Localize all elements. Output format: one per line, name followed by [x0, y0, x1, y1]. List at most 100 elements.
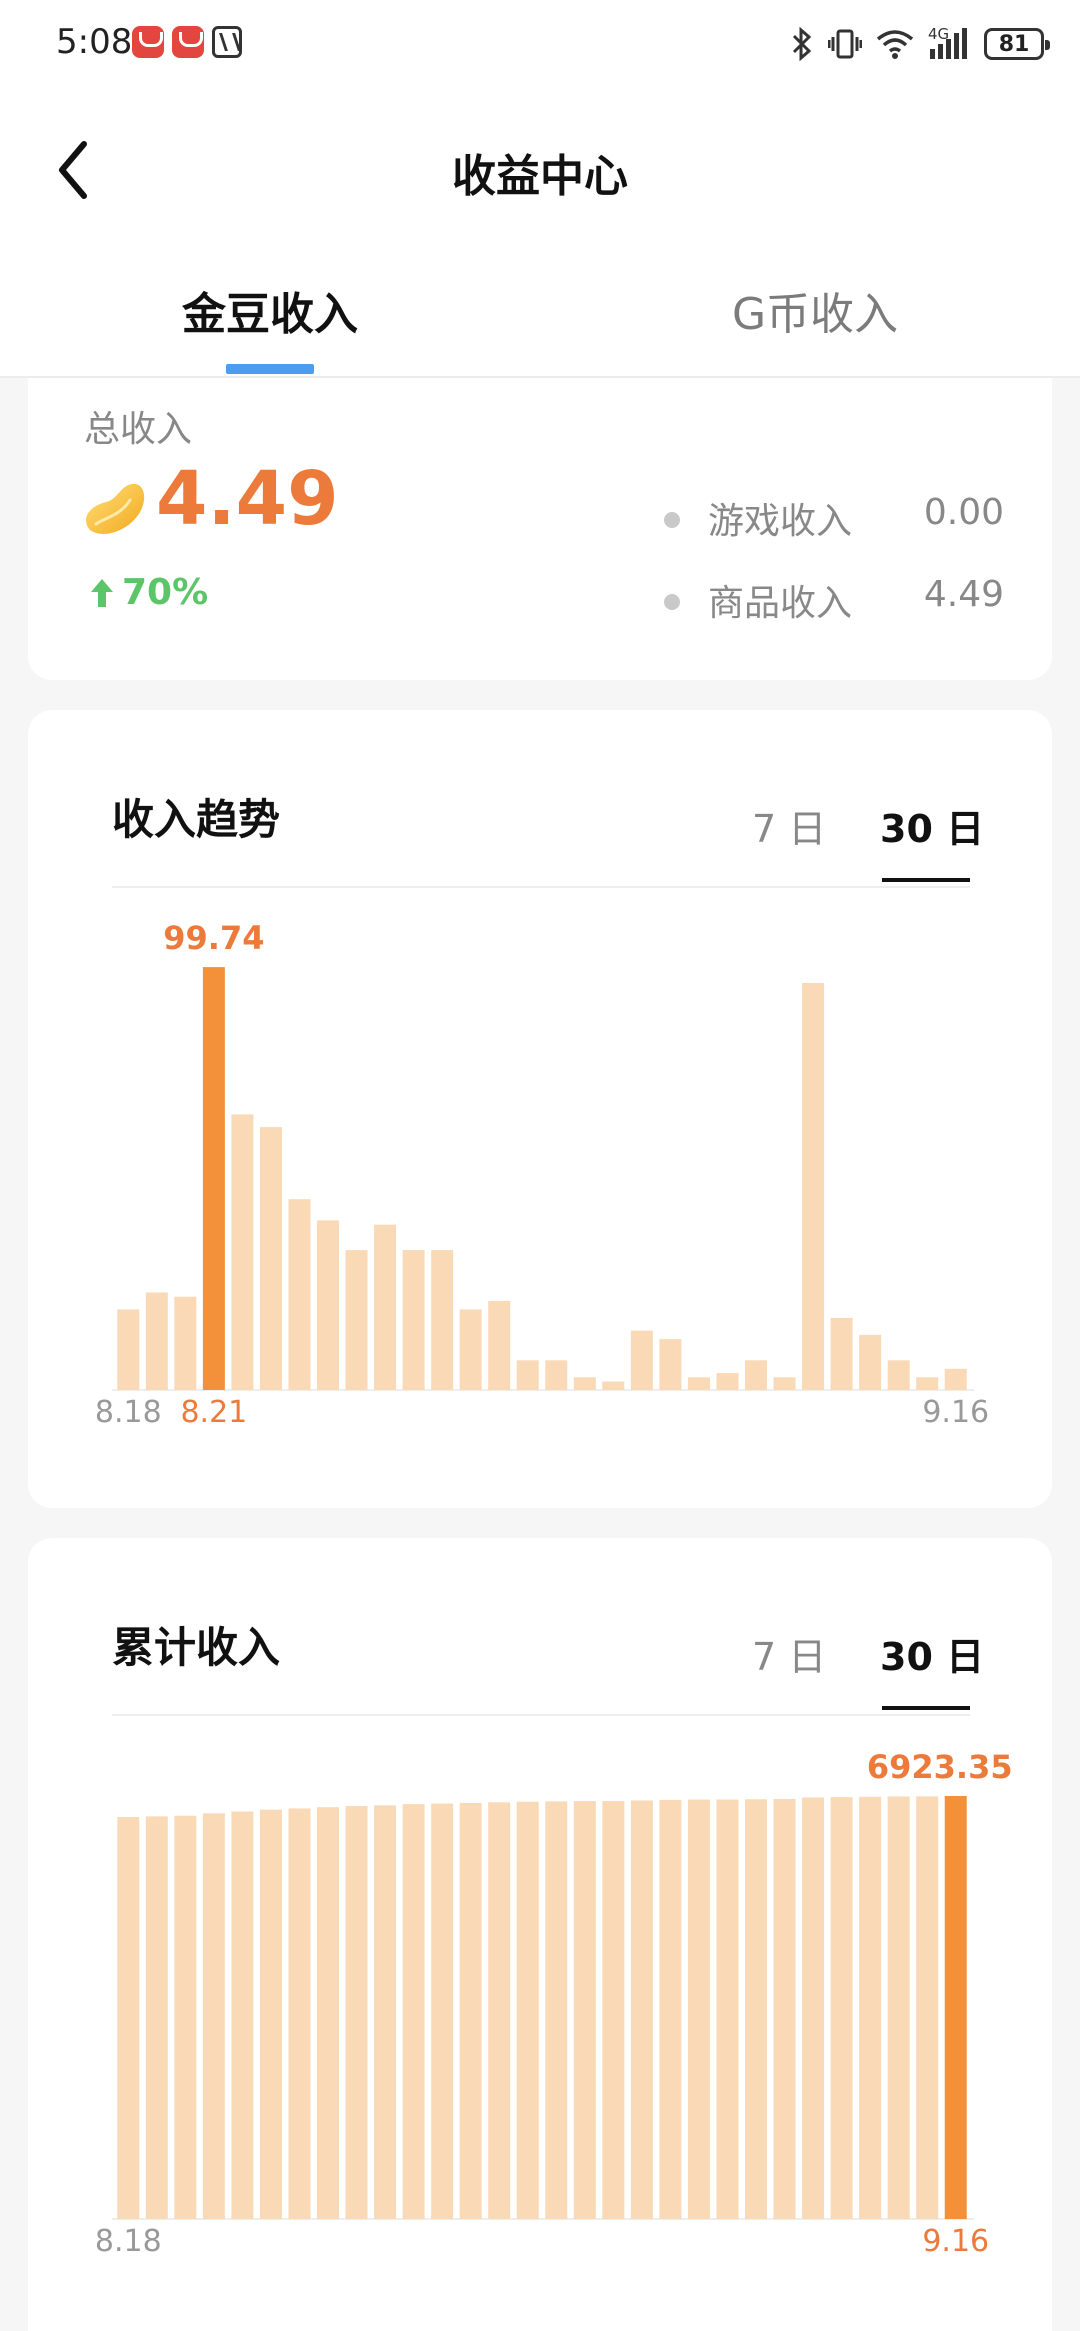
- chart-bar[interactable]: [516, 1360, 539, 1390]
- signal-icon: 4G: [928, 25, 970, 61]
- bluetooth-icon: [790, 27, 814, 61]
- chart-bar[interactable]: [830, 1317, 853, 1390]
- x-axis-start-label: 8.18: [95, 2224, 162, 2259]
- x-axis-end-label: 9.16: [922, 1395, 989, 1430]
- status-time: 5:08: [56, 22, 133, 62]
- bar-value-label: 6923.35: [867, 1748, 1013, 1786]
- cumulative-income-card: 累计收入 7 日 30 日 6923.35 8.18 9.16: [28, 1538, 1052, 2331]
- chart-bar[interactable]: [202, 1813, 225, 2219]
- chart-bar-highlighted[interactable]: [944, 1796, 967, 2219]
- chart-bar[interactable]: [117, 1816, 140, 2219]
- status-bar: 5:08 4G 81: [0, 0, 1080, 88]
- income-trend-card: 收入趋势 7 日 30 日 99.74 8.18 9.16 8.21: [28, 710, 1052, 1508]
- chart-bar[interactable]: [117, 1309, 140, 1390]
- vibrate-icon: [828, 27, 862, 61]
- x-axis-start-label: 8.18: [95, 1395, 162, 1430]
- chart-bar[interactable]: [431, 1803, 454, 2219]
- chart-bar[interactable]: [459, 1309, 482, 1390]
- tab-gold-bean-income[interactable]: 金豆收入: [70, 278, 470, 342]
- bullet-dot: [664, 512, 680, 528]
- chart-bar[interactable]: [259, 1809, 282, 2219]
- chart-bar[interactable]: [630, 1330, 653, 1390]
- chart-bar[interactable]: [830, 1797, 853, 2219]
- game-income-label: 游戏收入: [708, 501, 853, 542]
- chart-bar[interactable]: [602, 1801, 625, 2219]
- summary-card: 总收入 4.49 70% 游戏收入 0.00 商品收入 4.49: [28, 378, 1052, 680]
- chart-bar[interactable]: [716, 1373, 739, 1390]
- cumulative-income-chart: 6923.35 8.18 9.16: [95, 1748, 1013, 2259]
- bar-value-label: 99.74: [163, 919, 264, 957]
- chart-bar[interactable]: [716, 1799, 739, 2219]
- tab-indicator: [226, 364, 314, 374]
- chart-bar[interactable]: [545, 1801, 568, 2219]
- total-income-value: 4.49: [156, 456, 339, 542]
- chart-bar[interactable]: [402, 1250, 425, 1390]
- page-title: 收益中心: [452, 151, 628, 202]
- chart-bar[interactable]: [231, 1114, 254, 1390]
- chart-bar[interactable]: [687, 1799, 710, 2219]
- chart-bar[interactable]: [145, 1816, 168, 2219]
- chart-bar[interactable]: [745, 1799, 767, 2219]
- chart-bar[interactable]: [659, 1799, 682, 2219]
- chart-bar[interactable]: [488, 1300, 511, 1390]
- chart-bar[interactable]: [630, 1800, 653, 2219]
- gold-bean-icon: [85, 483, 145, 534]
- chart-bar[interactable]: [317, 1807, 339, 2219]
- chart-bar[interactable]: [773, 1377, 796, 1390]
- chart-bar[interactable]: [174, 1296, 197, 1390]
- nfc-icon: [212, 26, 242, 58]
- chart-bar-highlighted[interactable]: [202, 967, 225, 1390]
- chart-bar[interactable]: [745, 1360, 767, 1390]
- chart-bar[interactable]: [431, 1250, 454, 1390]
- chart-bar[interactable]: [802, 1797, 825, 2219]
- chart-bar[interactable]: [859, 1334, 882, 1390]
- chart-bar[interactable]: [859, 1796, 882, 2219]
- chart-bar[interactable]: [402, 1804, 425, 2219]
- chart-bar[interactable]: [687, 1377, 710, 1390]
- goods-income-label: 商品收入: [708, 583, 853, 624]
- chart-bar[interactable]: [545, 1360, 568, 1390]
- chart-bar[interactable]: [231, 1811, 254, 2219]
- chart-bar[interactable]: [773, 1798, 796, 2219]
- chart-bar[interactable]: [602, 1381, 625, 1390]
- chart-bar[interactable]: [916, 1377, 939, 1390]
- chart-bar[interactable]: [317, 1220, 339, 1390]
- chart-bar[interactable]: [259, 1127, 282, 1390]
- chart-bar[interactable]: [916, 1796, 939, 2219]
- chart-bar[interactable]: [659, 1339, 682, 1390]
- chart-bar[interactable]: [345, 1250, 368, 1390]
- app-notification-icon: [172, 26, 204, 58]
- chart-bar[interactable]: [145, 1292, 168, 1390]
- bullet-dot: [664, 594, 680, 610]
- chart-bar[interactable]: [288, 1808, 311, 2219]
- game-income-row: 游戏收入 0.00: [664, 492, 1004, 542]
- x-axis-selected-label: 8.21: [180, 1395, 247, 1430]
- app-notification-icon: [132, 26, 164, 58]
- total-income-label: 总收入: [84, 409, 193, 450]
- chart-bar[interactable]: [802, 982, 825, 1390]
- income-trend-chart: 99.74 8.18 9.16 8.21: [95, 919, 989, 1430]
- chart-bar[interactable]: [374, 1224, 397, 1390]
- income-tabs: 金豆收入 G币收入: [0, 248, 1080, 378]
- tab-g-coin-income[interactable]: G币收入: [615, 278, 1015, 342]
- chart-bar[interactable]: [374, 1805, 397, 2219]
- wifi-icon: [876, 28, 914, 60]
- goods-income-value: 4.49: [923, 574, 1004, 615]
- chart-bar[interactable]: [516, 1801, 539, 2219]
- battery-icon: 81: [984, 28, 1050, 60]
- chart-bar[interactable]: [288, 1199, 311, 1390]
- chart-bar[interactable]: [459, 1802, 482, 2219]
- chart-bar[interactable]: [573, 1801, 596, 2219]
- chart-bar[interactable]: [887, 1796, 910, 2219]
- chart-bar[interactable]: [573, 1377, 596, 1390]
- chart-bar[interactable]: [174, 1815, 197, 2219]
- header: 收益中心: [0, 88, 1080, 248]
- chart-bar[interactable]: [887, 1360, 910, 1390]
- system-icons: 4G 81: [790, 22, 1050, 66]
- game-income-value: 0.00: [923, 492, 1004, 533]
- chart-bar[interactable]: [345, 1805, 368, 2219]
- goods-income-row: 商品收入 4.49: [664, 574, 1004, 624]
- chart-bar[interactable]: [488, 1802, 511, 2219]
- x-axis-end-label: 9.16: [922, 2224, 989, 2259]
- chart-bar[interactable]: [944, 1368, 967, 1390]
